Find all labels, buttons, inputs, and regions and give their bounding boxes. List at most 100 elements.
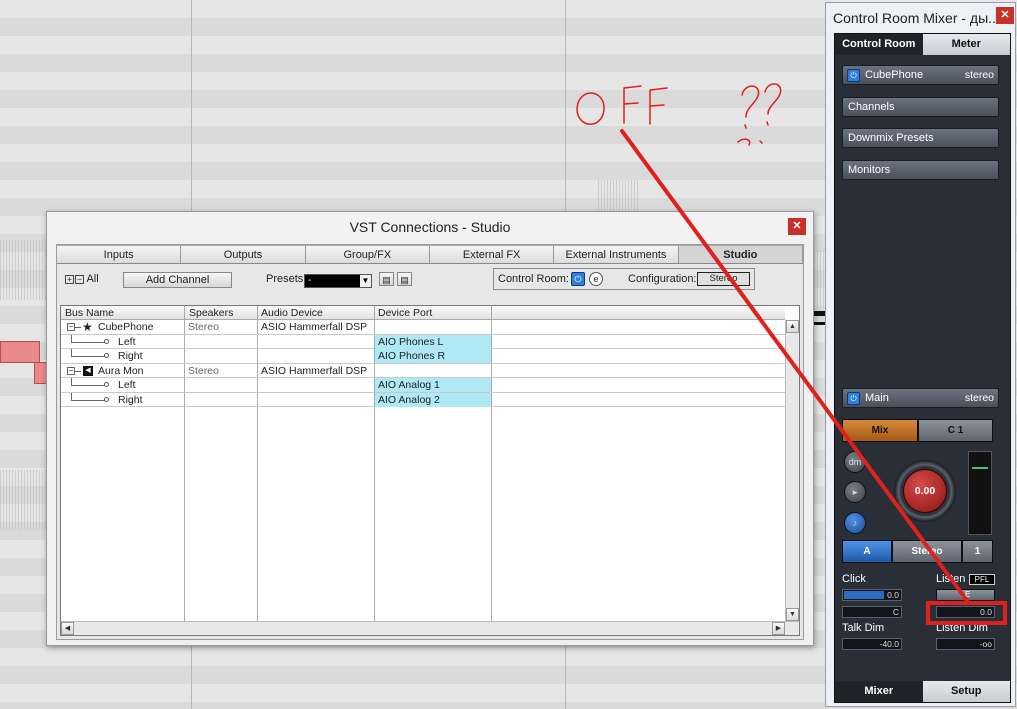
a-button[interactable]: A <box>842 540 892 563</box>
talk-dim-label: Talk Dim <box>842 622 885 634</box>
dim-icon: dm <box>848 457 862 467</box>
power-icon[interactable]: ⏻ <box>847 392 860 405</box>
control-room-power-button[interactable]: ⏻ <box>571 272 585 286</box>
crm-titlebar[interactable]: Control Room Mixer - ды... ✕ <box>826 3 1015 31</box>
tree-connector <box>71 385 105 386</box>
table-row[interactable]: Left AIO Analog 1 <box>61 378 785 393</box>
device-port-value[interactable]: AIO Phones L <box>374 334 491 349</box>
tab-external-instruments[interactable]: External Instruments <box>554 245 679 263</box>
bus-name: CubePhone <box>98 321 154 333</box>
downmix-presets-button[interactable]: Downmix Presets <box>842 128 999 148</box>
stereo-button[interactable]: Stereo <box>892 540 962 563</box>
main-label: Main <box>865 392 889 404</box>
chevron-down-icon: ▼ <box>360 275 371 287</box>
scroll-down-icon[interactable]: ▼ <box>786 608 799 621</box>
crm-tabs: Control Room Meter <box>835 34 1010 55</box>
background-clip <box>0 341 40 363</box>
channel-node-icon <box>104 338 109 344</box>
listen-le-button[interactable]: LE <box>936 589 995 601</box>
tab-outputs[interactable]: Outputs <box>181 245 306 263</box>
pfl-button[interactable]: PFL <box>969 574 995 585</box>
mix-button[interactable]: Mix <box>842 419 918 442</box>
table-row[interactable]: Right AIO Phones R <box>61 349 785 364</box>
power-icon[interactable]: ⏻ <box>847 69 860 82</box>
dim-button[interactable]: dm <box>844 451 866 473</box>
delete-icon: ▤ <box>400 275 409 285</box>
header-audio-device[interactable]: Audio Device <box>261 307 323 319</box>
audio-device-value[interactable]: ASIO Hammerfall DSP <box>261 365 367 377</box>
tree-connector <box>71 356 105 357</box>
presets-dropdown[interactable]: - ▼ <box>304 274 372 288</box>
star-icon: ★ <box>82 320 93 334</box>
background-track-marker <box>814 322 825 325</box>
c1-button[interactable]: C 1 <box>918 419 993 442</box>
table-row[interactable]: Left AIO Phones L <box>61 334 785 349</box>
tab-mixer[interactable]: Mixer <box>835 681 923 702</box>
tab-group-fx[interactable]: Group/FX <box>305 245 430 263</box>
add-channel-button[interactable]: Add Channel <box>123 272 232 288</box>
control-room-edit-button[interactable]: e <box>589 272 603 286</box>
horizontal-scrollbar[interactable]: ◀ ▶ <box>61 621 799 635</box>
configuration-dropdown[interactable]: Stereo <box>697 272 750 286</box>
level-meter <box>968 451 992 535</box>
presets-value: - <box>308 275 312 286</box>
one-button[interactable]: 1 <box>962 540 993 563</box>
background-waveform <box>598 180 638 212</box>
metronome-icon: ♪ <box>852 518 858 528</box>
close-icon: ✕ <box>792 220 802 232</box>
vst-close-button[interactable]: ✕ <box>788 218 806 235</box>
tab-meter[interactable]: Meter <box>922 34 1010 55</box>
tree-connector <box>75 327 81 328</box>
header-speakers[interactable]: Speakers <box>189 307 233 319</box>
header-bus-name[interactable]: Bus Name <box>65 307 114 319</box>
expand-all-button[interactable]: + − All <box>65 273 99 285</box>
bus-name: Left <box>118 379 136 391</box>
bus-name: Right <box>118 393 143 406</box>
tab-external-fx[interactable]: External FX <box>429 245 555 263</box>
listen-dim-fader[interactable]: -oo <box>936 638 995 650</box>
metronome-button[interactable]: ♪ <box>844 512 866 534</box>
device-port-value[interactable]: AIO Phones R <box>374 349 491 363</box>
control-room-level-knob[interactable]: 0.00 <box>894 460 956 522</box>
edit-icon: e <box>593 274 599 284</box>
device-port-value[interactable]: AIO Analog 1 <box>374 378 491 392</box>
click-pan-fader[interactable]: C <box>842 606 902 618</box>
vertical-scrollbar[interactable]: ▲ ▼ <box>785 320 799 621</box>
table-row[interactable]: Right AIO Analog 2 <box>61 392 785 407</box>
vst-title: VST Connections - Studio <box>349 219 511 235</box>
talk-dim-fader[interactable]: -40.0 <box>842 638 902 650</box>
tab-inputs[interactable]: Inputs <box>57 245 182 263</box>
channels-button[interactable]: Channels <box>842 97 999 117</box>
presets-label: Presets <box>266 273 304 285</box>
table-row[interactable]: − ★ CubePhone Stereo ASIO Hammerfall DSP <box>61 320 785 335</box>
vst-toolbar: + − All Add Channel Presets - ▼ ▤ ▤ Contr… <box>57 264 803 294</box>
talkback-button[interactable]: ▸ <box>844 481 866 503</box>
tab-control-room[interactable]: Control Room <box>835 34 923 55</box>
device-port-value[interactable]: AIO Analog 2 <box>374 392 491 407</box>
vst-titlebar[interactable]: VST Connections - Studio ✕ <box>47 212 813 240</box>
crm-close-button[interactable]: ✕ <box>996 7 1014 24</box>
configuration-label: Configuration: <box>628 273 697 285</box>
store-preset-button[interactable]: ▤ <box>379 272 394 286</box>
cubephone-label: CubePhone <box>865 69 924 81</box>
cubephone-button[interactable]: ⏻ CubePhone stereo <box>842 65 999 85</box>
crm-title: Control Room Mixer - ды... <box>833 10 1000 26</box>
scroll-up-icon[interactable]: ▲ <box>786 320 799 333</box>
main-button[interactable]: ⏻ Main stereo <box>842 388 999 408</box>
scroll-left-icon[interactable]: ◀ <box>61 622 74 635</box>
scroll-right-icon[interactable]: ▶ <box>772 622 785 635</box>
header-device-port[interactable]: Device Port <box>378 307 432 319</box>
background-waveform <box>0 470 48 530</box>
tab-studio[interactable]: Studio <box>678 245 803 263</box>
tab-setup[interactable]: Setup <box>922 681 1010 702</box>
click-label: Click <box>842 573 866 585</box>
monitors-button[interactable]: Monitors <box>842 160 999 180</box>
audio-device-value[interactable]: ASIO Hammerfall DSP <box>261 321 367 333</box>
remove-preset-button[interactable]: ▤ <box>397 272 412 286</box>
table-row[interactable]: − ◀ Aura Mon Stereo ASIO Hammerfall DSP <box>61 364 785 378</box>
collapse-icon[interactable]: − <box>67 366 75 375</box>
annotation-highlight-box <box>926 601 1007 625</box>
expand-icon: + <box>65 275 74 284</box>
collapse-icon[interactable]: − <box>67 323 75 331</box>
main-format: stereo <box>964 392 994 404</box>
